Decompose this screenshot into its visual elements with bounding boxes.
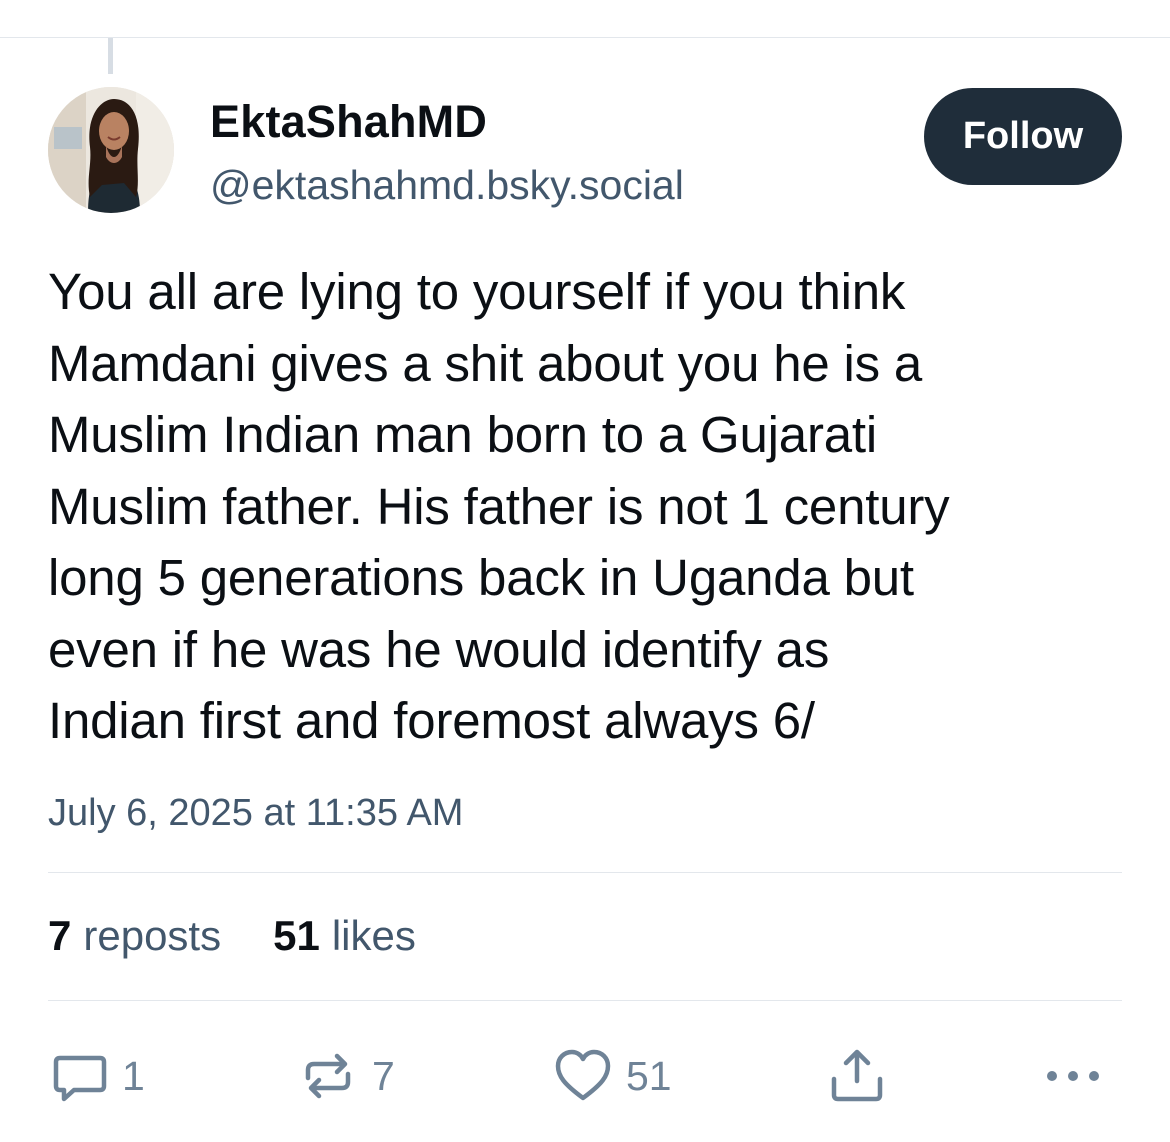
post-text-line: Indian first and foremost always 6/ [48, 692, 815, 749]
likes-stat[interactable]: 51 likes [273, 912, 416, 960]
stats-divider-top [48, 872, 1122, 873]
repost-button[interactable]: 7 [300, 1046, 395, 1106]
post-text: You all are lying to yourself if you thi… [48, 256, 1128, 757]
more-options-button[interactable] [1044, 1046, 1104, 1106]
follow-button[interactable]: Follow [924, 88, 1122, 185]
share-icon [831, 1049, 883, 1102]
reposts-label: reposts [83, 912, 222, 959]
stats-divider-bottom [48, 1000, 1122, 1001]
handle[interactable]: @ektashahmd.bsky.social [210, 162, 684, 209]
like-button[interactable]: 51 [554, 1046, 672, 1106]
post-text-line: even if he was he would identify as [48, 620, 830, 678]
reply-button[interactable]: 1 [52, 1046, 145, 1106]
reply-icon [53, 1055, 107, 1102]
heart-icon [555, 1049, 611, 1101]
post-text-line: Muslim father. His father is not 1 centu… [48, 477, 950, 535]
reposts-count: 7 [48, 912, 72, 959]
repost-icon [305, 1053, 351, 1099]
more-icon [1047, 1071, 1099, 1081]
post-text-line: You all are lying to yourself if you thi… [48, 263, 906, 320]
post-text-line: Muslim Indian man born to a Gujarati [48, 406, 878, 463]
repost-count: 7 [372, 1052, 395, 1099]
post-timestamp: July 6, 2025 at 11:35 AM [48, 792, 464, 834]
post-text-line: Mamdani gives a shit about you he is a [48, 334, 923, 392]
reply-count: 1 [122, 1052, 145, 1099]
likes-label: likes [331, 912, 416, 959]
reposts-stat[interactable]: 7 reposts [48, 912, 221, 960]
thread-connector-line [108, 38, 113, 74]
likes-count: 51 [273, 912, 320, 959]
share-button[interactable] [828, 1046, 886, 1106]
avatar[interactable] [48, 87, 174, 213]
display-name[interactable]: EktaShahMD [210, 96, 487, 148]
like-count: 51 [626, 1052, 672, 1099]
top-divider [0, 37, 1170, 38]
post-text-line: long 5 generations back in Uganda but [48, 549, 914, 606]
profile-photo-icon [48, 87, 174, 213]
engagement-stats: 7 reposts 51 likes [48, 912, 416, 960]
